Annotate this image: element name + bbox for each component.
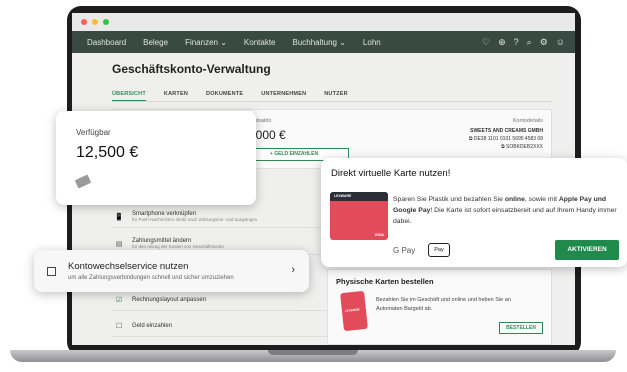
tab-unternehmen[interactable]: UNTERNEHMEN [261,91,306,101]
top-nav: Dashboard Belege Finanzen ⌄ Kontakte Buc… [72,31,575,53]
tab-nutzer[interactable]: NUTZER [324,91,348,101]
plus-circle-icon[interactable]: ⊕ [498,35,506,49]
physical-card-text: Bezahlen Sie im Geschäft und online und … [376,297,511,312]
card-brand: LEXWARE [334,194,352,198]
chevron-down-icon: ⌄ [339,37,346,47]
google-pay-logo: G Pay [393,246,416,255]
nav-finanzen[interactable]: Finanzen ⌄ [185,38,227,47]
user-icon[interactable]: ☺ [556,35,565,49]
settings-icon[interactable]: ⚙ [540,35,548,49]
text-part: , sowie mit [524,196,559,203]
available-label: Verfügbar [76,128,111,137]
physical-card-title: Physische Karten bestellen [336,277,434,286]
nav-buchhaltung[interactable]: Buchhaltung ⌄ [293,38,346,47]
account-details: Kontodetails SWEETS AND CREAMS GMBH ⧉ DE… [469,118,543,150]
tab-dokumente[interactable]: DOKUMENTE [206,91,243,101]
text-part: Sparen Sie Plastik und bezahlen Sie [393,196,505,203]
card-brand: LEXWARE [344,307,360,313]
chevron-right-icon: › [291,264,295,276]
order-button[interactable]: BESTELLEN [499,322,543,334]
nav-icons: ♡ ⊕ ? ⌕ ⚙ ☺ [482,35,565,49]
checkbox-icon: ☐ [115,322,123,330]
close-dot[interactable] [81,19,87,25]
menu-row-deposit[interactable]: ☐ Geld einzahlen › [112,315,352,337]
help-icon[interactable]: ? [514,35,519,49]
account-switch-card[interactable]: Kontowechselservice nutzen um alle Zahlu… [34,250,309,292]
card-visa: VISA [374,232,384,237]
account-iban: ⧉ DE38 1101 0101 5695 4583 08 [468,136,543,142]
menu-subtitle: für Push-Nachrichten direkt nach Zahlung… [132,217,258,222]
physical-card-panel: Physische Karten bestellen LEXWARE Bezah… [327,269,552,345]
menu-row-smartphone[interactable]: 📱 Smartphone verknüpfen für Push-Nachrich… [112,206,352,228]
nav-finanzen-label: Finanzen [185,37,218,47]
switch-checkbox[interactable] [47,267,56,276]
bic-value: SOBKDEB2XXX [506,144,543,150]
cash-icon [74,174,92,189]
menu-title: Geld einzahlen [132,322,173,329]
menu-title: Rechnungslayout anpassen [132,296,207,303]
menu-row-invoice-layout[interactable]: ☑ Rechnungslayout anpassen › [112,289,352,311]
chevron-down-icon: ⌄ [220,37,227,47]
activate-button[interactable]: AKTIVIEREN [555,240,619,260]
account-name: SWEETS AND CREAMS GMBH [470,128,543,134]
menu-subtitle: für den Abzug der Kosten von Geschäftsko… [132,244,224,249]
maximize-dot[interactable] [103,19,109,25]
nav-kontakte[interactable]: Kontakte [244,38,276,47]
tab-karten[interactable]: KARTEN [164,91,188,101]
virtual-card-image: LEXWARE VISA [330,192,388,240]
tab-uebersicht[interactable]: ÜBERSICHT [112,91,146,101]
document-icon: ▤ [115,240,123,248]
available-value: 12,500 € [76,144,139,161]
switch-title: Kontowechselservice nutzen [68,261,189,272]
iban-value: DE38 1101 0101 5695 4583 08 [473,136,543,142]
account-label: Kontodetails [512,118,543,124]
laptop-notch [268,350,358,355]
search-icon[interactable]: ⌕ [527,35,532,49]
physical-card-image: LEXWARE [340,290,368,332]
tab-bar: ÜBERSICHT KARTEN DOKUMENTE UNTERNEHMEN N… [112,91,348,101]
virtual-card-title: Direkt virtuelle Karte nutzen! [331,168,451,179]
account-bic: ⧉ SOBKDEB2XXX [501,144,543,150]
nav-belege[interactable]: Belege [143,38,168,47]
deposit-button-label: GELD EINZAHLEN [274,151,319,157]
heart-icon[interactable]: ♡ [482,35,490,49]
nav-buchhaltung-label: Buchhaltung [292,37,337,47]
available-card: Verfügbar 12,500 € [56,111,256,205]
virtual-card-dialog: Direkt virtuelle Karte nutzen! LEXWARE V… [321,158,627,267]
nav-dashboard[interactable]: Dashboard [87,38,126,47]
nav-lohn[interactable]: Lohn [363,38,381,47]
text-bold-online: online [504,196,525,203]
switch-subtitle: um alle Zahlungsverbindungen schnell und… [68,275,234,281]
window-controls [72,13,575,31]
tab-divider [112,101,552,102]
apple-pay-logo: Pay [428,243,450,257]
check-icon: ☑ [115,296,123,304]
minimize-dot[interactable] [92,19,98,25]
virtual-card-text: Sparen Sie Plastik und bezahlen Sie onli… [393,194,618,227]
page-title: Geschäftskonto-Verwaltung [112,62,271,76]
phone-icon: 📱 [114,213,124,221]
apple-pay-label: Pay [434,247,444,253]
